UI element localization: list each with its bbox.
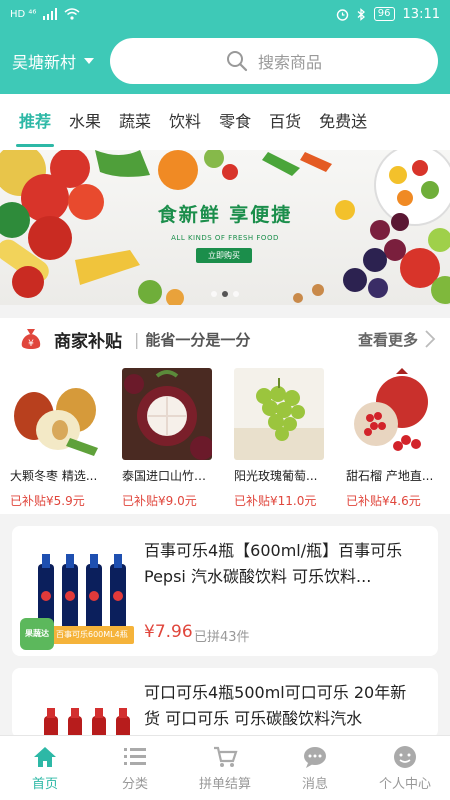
banner-dot[interactable]: [211, 291, 217, 297]
nav-label: 分类: [121, 776, 148, 792]
subsidy-item-name: 大颗冬枣 精选...: [10, 469, 98, 483]
promo-banner[interactable]: 食新鲜 享便捷 ALL KINDS OF FRESH FOOD 立即购买: [0, 150, 450, 305]
top-header: 吴塘新村 搜索商品: [0, 28, 450, 94]
subsidy-item-price: 已补贴¥5.9元: [10, 494, 85, 508]
tab-groceries[interactable]: 百货: [260, 94, 310, 150]
product-title: 可口可乐4瓶500ml可口可乐 20年新货 可口可乐 可乐碳酸饮料汽水: [144, 683, 407, 728]
search-placeholder: 搜索商品: [257, 53, 322, 72]
wifi-icon: [64, 8, 80, 20]
subsidy-item[interactable]: 甜石榴 产地直... 已补贴¥4.6元: [346, 368, 436, 509]
product-image-pomegranate: [346, 368, 436, 460]
category-tabs: 推荐 水果 蔬菜 饮料 零食 百货 免费送: [0, 94, 450, 150]
subsidy-item[interactable]: 阳光玫瑰葡萄... 已补贴¥11.0元: [234, 368, 324, 509]
banner-dot-active[interactable]: [222, 291, 228, 297]
location-label: 吴塘新村: [12, 53, 77, 72]
subsidy-item-name: 甜石榴 产地直...: [346, 469, 434, 483]
tab-snacks[interactable]: 零食: [210, 94, 260, 150]
banner-title: 食新鲜 享便捷: [157, 204, 293, 226]
merchant-subsidy-section: ¥ 商家补贴 | 能省一分是一分 查看更多 大颗冬枣 精选... 已补贴¥5.9…: [0, 318, 450, 514]
tab-fruit[interactable]: 水果: [60, 94, 110, 150]
nav-label: 个人中心: [378, 776, 431, 792]
subsidy-header: ¥ 商家补贴 | 能省一分是一分 查看更多: [0, 318, 450, 360]
tab-recommend[interactable]: 推荐: [10, 94, 60, 150]
alarm-icon: [336, 8, 348, 21]
app-screen: HD ⁴⁶ 96 13:11 吴塘新村 搜索商品 推荐 水果 蔬菜 饮料 零食 …: [0, 0, 450, 800]
money-bag-icon: ¥: [21, 329, 41, 349]
cart-icon: [214, 746, 238, 767]
product-image-mangosteen: [122, 368, 212, 460]
view-more-link[interactable]: 查看更多: [358, 329, 436, 350]
subsidy-item-name: 阳光玫瑰葡萄...: [234, 469, 318, 483]
nav-messages[interactable]: 消息: [270, 736, 360, 800]
subsidy-item[interactable]: 大颗冬枣 精选... 已补贴¥5.9元: [10, 368, 100, 509]
caret-down-icon: [84, 58, 95, 64]
subsidy-item-price: 已补贴¥9.0元: [122, 494, 197, 508]
product-title: 百事可乐4瓶【600ml/瓶】百事可乐 Pepsi 汽水碳酸饮料 可乐饮料...: [144, 541, 403, 586]
message-icon: [304, 746, 326, 768]
product-sold-count: 已拼43件: [194, 630, 250, 645]
subsidy-title: 商家补贴: [54, 331, 122, 352]
location-selector[interactable]: 吴塘新村: [12, 49, 108, 73]
search-bar[interactable]: 搜索商品: [110, 38, 438, 84]
banner-produce-illustration: [0, 150, 450, 305]
battery-level: 96: [373, 7, 395, 21]
network-indicator: HD ⁴⁶: [10, 8, 37, 20]
product-image-coca-cola: [24, 686, 144, 738]
signal-icon: [43, 8, 58, 20]
nav-label: 首页: [31, 776, 58, 792]
bottom-navigation: 首页 分类 拼单结算 消息 个人中心: [0, 735, 450, 800]
clock: 13:11: [402, 6, 440, 22]
nav-home[interactable]: 首页: [0, 736, 90, 800]
search-icon: [226, 51, 248, 72]
bluetooth-icon: [357, 7, 365, 21]
nav-category[interactable]: 分类: [90, 736, 180, 800]
subsidy-item[interactable]: 泰国进口山竹5... 已补贴¥9.0元: [122, 368, 212, 509]
profile-icon: [394, 745, 416, 768]
nav-cart[interactable]: 拼单结算: [180, 736, 270, 800]
list-icon: [124, 747, 146, 765]
product-card[interactable]: 百事可乐600ML4瓶 果蔬达 百事可乐4瓶【600ml/瓶】百事可乐 Peps…: [12, 526, 438, 656]
product-image-jujube: [10, 368, 100, 460]
subsidy-item-name: 泰国进口山竹5...: [122, 469, 212, 483]
view-more-label: 查看更多: [357, 330, 418, 349]
nav-profile[interactable]: 个人中心: [360, 736, 450, 800]
nav-label: 拼单结算: [198, 776, 251, 792]
tab-vegetables[interactable]: 蔬菜: [110, 94, 160, 150]
subsidy-item-list: 大颗冬枣 精选... 已补贴¥5.9元 泰国进口山竹5... 已补贴¥9.0元 …: [0, 360, 450, 509]
store-logo: 果蔬达: [20, 618, 54, 650]
nav-label: 消息: [301, 776, 328, 792]
subsidy-slogan: 能省一分是一分: [145, 330, 251, 349]
banner-buy-button[interactable]: 立即购买: [196, 248, 252, 263]
product-image-grapes: [234, 368, 324, 460]
status-bar: HD ⁴⁶ 96 13:11: [0, 0, 450, 28]
banner-pagination: [0, 291, 450, 297]
tab-drinks[interactable]: 饮料: [160, 94, 210, 150]
tab-free[interactable]: 免费送: [310, 94, 376, 150]
product-card[interactable]: 可口可乐4瓶500ml可口可乐 20年新货 可口可乐 可乐碳酸饮料汽水: [12, 668, 438, 738]
home-icon: [34, 746, 56, 767]
banner-subtitle: ALL KINDS OF FRESH FOOD: [171, 234, 279, 242]
banner-dot[interactable]: [233, 291, 239, 297]
subsidy-item-price: 已补贴¥11.0元: [234, 494, 317, 508]
product-price: ¥7.96: [144, 622, 193, 642]
chevron-right-icon: [425, 330, 436, 348]
divider: |: [134, 329, 140, 349]
svg-text:¥: ¥: [28, 339, 34, 349]
subsidy-item-price: 已补贴¥4.6元: [346, 494, 421, 508]
